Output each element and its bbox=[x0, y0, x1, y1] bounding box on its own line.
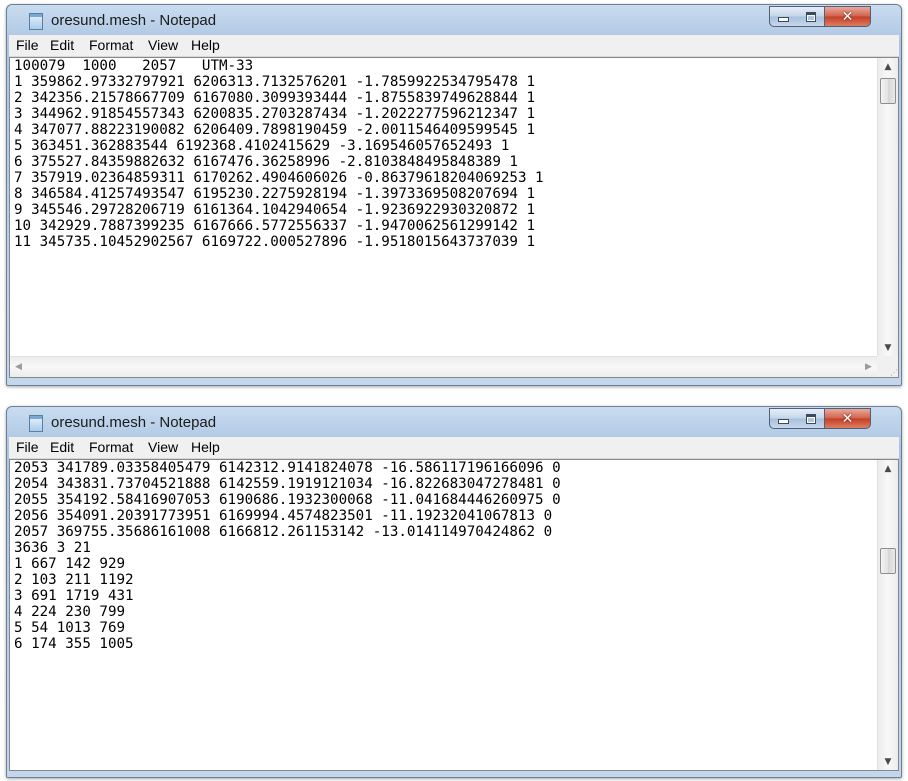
text-line: 2054 343831.73704521888 6142559.19191210… bbox=[14, 476, 561, 492]
text-line: 9 345546.29728206719 6161364.1042940654 … bbox=[14, 202, 536, 218]
menu-view[interactable]: View bbox=[148, 37, 178, 53]
notepad-window-top: oresund.mesh - Notepad ✕ File Edit Forma… bbox=[6, 4, 902, 386]
maximize-icon bbox=[805, 11, 816, 22]
scroll-down-arrow-icon[interactable]: ▼ bbox=[878, 339, 898, 356]
text-line: 5 363451.362883544 6192368.4102415629 -3… bbox=[14, 138, 510, 154]
close-icon: ✕ bbox=[841, 8, 854, 25]
text-content[interactable]: 100079 1000 2057 UTM-33 1 359862.9733279… bbox=[14, 58, 874, 377]
text-line: 3636 3 21 bbox=[14, 540, 91, 556]
title-bar[interactable]: oresund.mesh - Notepad ✕ bbox=[7, 5, 901, 35]
text-line: 5 54 1013 769 bbox=[14, 620, 126, 636]
text-content[interactable]: 2053 341789.03358405479 6142312.91418240… bbox=[14, 460, 874, 770]
text-line: 8 346584.41257493547 6195230.2275928194 … bbox=[14, 186, 536, 202]
text-editor[interactable]: 2053 341789.03358405479 6142312.91418240… bbox=[9, 459, 899, 771]
minimize-icon bbox=[778, 17, 789, 22]
text-editor[interactable]: 100079 1000 2057 UTM-33 1 359862.9733279… bbox=[9, 57, 899, 378]
text-line: 11 345735.10452902567 6169722.000527896 … bbox=[14, 234, 536, 250]
text-line: 3 691 1719 431 bbox=[14, 588, 134, 604]
close-icon: ✕ bbox=[841, 410, 854, 427]
text-line: 3 344962.91854557343 6200835.2703287434 … bbox=[14, 106, 536, 122]
vertical-scroll-thumb[interactable] bbox=[880, 78, 896, 104]
text-line: 1 359862.97332797921 6206313.7132576201 … bbox=[14, 74, 536, 90]
menu-file[interactable]: File bbox=[16, 37, 39, 53]
text-line: 100079 1000 2057 UTM-33 bbox=[14, 58, 254, 74]
title-bar[interactable]: oresund.mesh - Notepad ✕ bbox=[7, 407, 901, 437]
text-line: 2 342356.21578667709 6167080.3099393444 … bbox=[14, 90, 536, 106]
text-line: 6 375527.84359882632 6167476.36258996 -2… bbox=[14, 154, 518, 170]
notepad-icon[interactable] bbox=[29, 13, 43, 30]
text-line: 4 347077.88223190082 6206409.7898190459 … bbox=[14, 122, 536, 138]
menu-format[interactable]: Format bbox=[89, 37, 133, 53]
maximize-button[interactable] bbox=[797, 408, 825, 429]
scroll-down-arrow-icon[interactable]: ▼ bbox=[878, 753, 898, 770]
window-title: oresund.mesh - Notepad bbox=[51, 12, 217, 29]
scroll-up-arrow-icon[interactable]: ▲ bbox=[878, 460, 898, 477]
resize-grip-icon[interactable]: ⋰ bbox=[877, 356, 898, 377]
close-button[interactable]: ✕ bbox=[825, 6, 871, 27]
text-line: 4 224 230 799 bbox=[14, 604, 126, 620]
notepad-icon[interactable] bbox=[29, 415, 43, 432]
vertical-scrollbar[interactable]: ▲ ▼ bbox=[877, 460, 898, 770]
close-button[interactable]: ✕ bbox=[825, 408, 871, 429]
maximize-button[interactable] bbox=[797, 6, 825, 27]
notepad-window-bottom: oresund.mesh - Notepad ✕ File Edit Forma… bbox=[6, 406, 902, 778]
text-line: 7 357919.02364859311 6170262.4904606026 … bbox=[14, 170, 544, 186]
menu-help[interactable]: Help bbox=[191, 439, 220, 455]
text-line: 10 342929.7887399235 6167666.5772556337 … bbox=[14, 218, 536, 234]
scroll-left-arrow-icon[interactable]: ◀ bbox=[10, 357, 27, 377]
menu-view[interactable]: View bbox=[148, 439, 178, 455]
window-title: oresund.mesh - Notepad bbox=[51, 414, 217, 431]
text-line: 2 103 211 1192 bbox=[14, 572, 134, 588]
text-line: 1 667 142 929 bbox=[14, 556, 126, 572]
scroll-up-arrow-icon[interactable]: ▲ bbox=[878, 58, 898, 75]
minimize-button[interactable] bbox=[769, 6, 798, 27]
text-line: 2056 354091.20391773951 6169994.45748235… bbox=[14, 508, 553, 524]
minimize-button[interactable] bbox=[769, 408, 798, 429]
text-line: 2053 341789.03358405479 6142312.91418240… bbox=[14, 460, 561, 476]
maximize-icon bbox=[805, 413, 816, 424]
menu-edit[interactable]: Edit bbox=[50, 439, 74, 455]
text-line: 6 174 355 1005 bbox=[14, 636, 134, 652]
menu-bar: File Edit Format View Help bbox=[9, 35, 899, 57]
menu-edit[interactable]: Edit bbox=[50, 37, 74, 53]
menu-file[interactable]: File bbox=[16, 439, 39, 455]
text-line: 2057 369755.35686161008 6166812.26115314… bbox=[14, 524, 553, 540]
menu-help[interactable]: Help bbox=[191, 37, 220, 53]
scroll-right-arrow-icon[interactable]: ▶ bbox=[860, 357, 877, 377]
text-line: 2055 354192.58416907053 6190686.19323000… bbox=[14, 492, 561, 508]
menu-bar: File Edit Format View Help bbox=[9, 437, 899, 459]
minimize-icon bbox=[778, 419, 789, 424]
horizontal-scrollbar[interactable]: ◀ ▶ bbox=[10, 356, 877, 377]
menu-format[interactable]: Format bbox=[89, 439, 133, 455]
vertical-scroll-thumb[interactable] bbox=[880, 548, 896, 574]
vertical-scrollbar[interactable]: ▲ ▼ bbox=[877, 58, 898, 356]
